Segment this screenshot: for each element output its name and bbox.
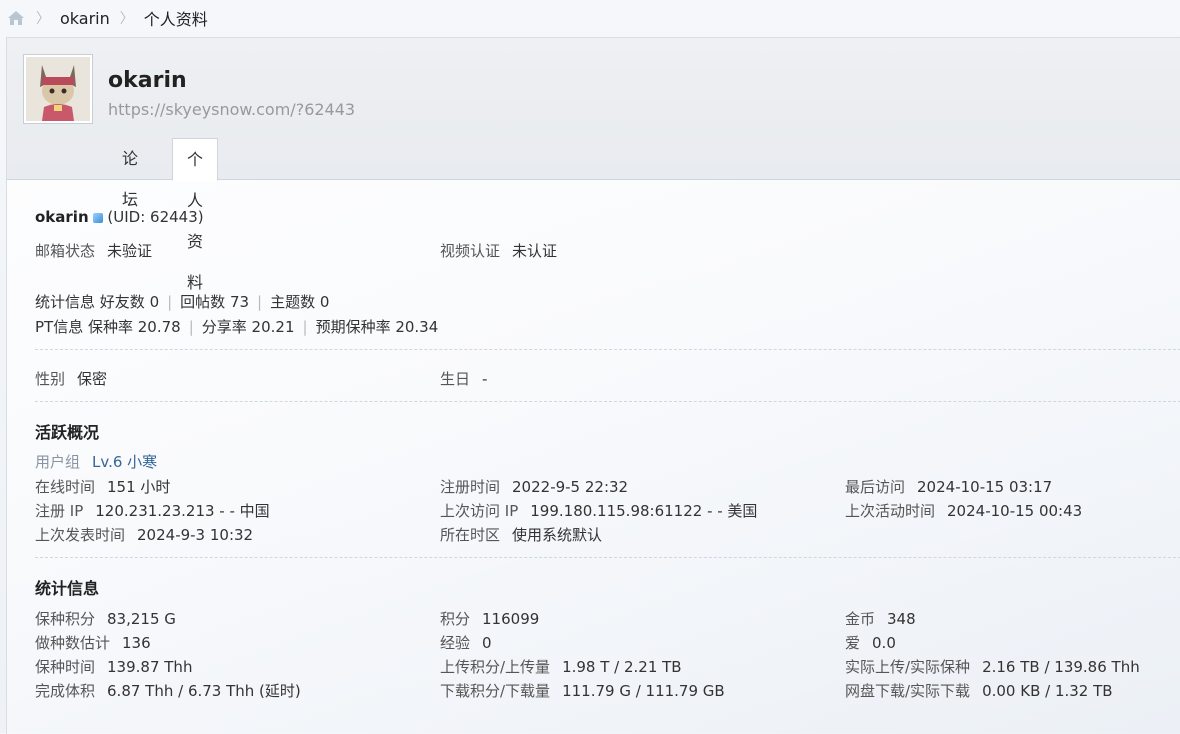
avatar-image — [26, 57, 90, 121]
register-time: 注册时间 2022-9-5 22:32 — [440, 478, 629, 496]
breadcrumb-separator: 〉 — [119, 11, 134, 27]
download: 下载积分/下载量 111.79 G / 111.79 GB — [440, 682, 725, 700]
profile-card: okarin https://skyeysnow.com/?62443 论坛 个… — [6, 37, 1180, 734]
activity-title: 活跃概况 — [35, 423, 100, 442]
last-ip: 上次访问 IP 199.180.115.98:61122 - - 美国 — [440, 502, 758, 520]
coins: 金币 348 — [845, 610, 916, 628]
stats-summary-row: 统计信息 好友数 0 | 回帖数 73 | 主题数 0 — [35, 293, 330, 311]
profile-username: okarin — [108, 68, 187, 93]
threads-count[interactable]: 主题数 0 — [270, 293, 329, 311]
seed-rate: 保种率 20.78 — [88, 318, 181, 336]
divider — [35, 401, 1180, 402]
online-time: 在线时间 151 小时 — [35, 478, 171, 496]
home-icon[interactable] — [6, 8, 26, 28]
last-post: 上次发表时间 2024-9-3 10:32 — [35, 526, 254, 544]
breadcrumb-separator: 〉 — [36, 11, 50, 27]
avatar[interactable] — [23, 54, 93, 124]
pt-info-row: PT信息 保种率 20.78 | 分享率 20.21 | 预期保种率 20.34 — [35, 318, 439, 336]
user-group-link[interactable]: Lv.6 小寒 — [92, 453, 157, 471]
user-uid: (UID: 62443) — [107, 208, 204, 226]
points: 积分 116099 — [440, 610, 540, 628]
breadcrumb-bar: 〉 okarin 〉 个人资料 — [0, 0, 1180, 36]
share-rate: 分享率 20.21 — [201, 318, 295, 336]
experience: 经验 0 — [440, 634, 492, 652]
email-status: 邮箱状态 未验证 — [35, 242, 153, 260]
divider — [35, 349, 1180, 350]
name-uid-row: okarin (UID: 62443) — [35, 208, 204, 226]
breadcrumb-current: 个人资料 — [143, 10, 208, 29]
stats-title: 统计信息 — [35, 579, 100, 598]
real-upload: 实际上传/实际保种 2.16 TB / 139.86 Thh — [845, 658, 1140, 676]
expected-seed-rate: 预期保种率 20.34 — [315, 318, 439, 336]
user-group: 用户组 Lv.6 小寒 — [35, 453, 158, 471]
tab-forum[interactable]: 论坛 — [108, 138, 152, 209]
user-name: okarin — [35, 208, 89, 226]
profile-header: okarin https://skyeysnow.com/?62443 论坛 个… — [7, 38, 1180, 292]
video-status: 视频认证 未认证 — [440, 242, 558, 260]
completed-volume: 完成体积 6.87 Thh / 6.73 Thh (延时) — [35, 682, 301, 700]
seed-time: 保种时间 139.87 Thh — [35, 658, 193, 676]
gender: 性别 保密 — [35, 370, 108, 388]
replies-count[interactable]: 回帖数 73 — [180, 293, 249, 311]
divider — [35, 557, 1180, 558]
last-active: 上次活动时间 2024-10-15 00:43 — [845, 502, 1083, 520]
seed-points: 保种积分 83,215 G — [35, 610, 176, 628]
breadcrumb-user[interactable]: okarin — [60, 9, 110, 28]
online-status-icon — [92, 213, 103, 223]
profile-url[interactable]: https://skyeysnow.com/?62443 — [108, 100, 355, 119]
last-visit: 最后访问 2024-10-15 03:17 — [845, 478, 1053, 496]
upload: 上传积分/上传量 1.98 T / 2.21 TB — [440, 658, 682, 676]
seed-count: 做种数估计 136 — [35, 634, 151, 652]
tab-profile[interactable]: 个人资料 — [172, 138, 219, 292]
netdisk-download: 网盘下载/实际下载 0.00 KB / 1.32 TB — [845, 682, 1113, 700]
timezone: 所在时区 使用系统默认 — [440, 526, 603, 544]
friends-count[interactable]: 好友数 0 — [100, 293, 159, 311]
love: 爱 0.0 — [845, 634, 896, 652]
birthday: 生日 - — [440, 370, 488, 388]
register-ip: 注册 IP 120.231.23.213 - - 中国 — [35, 502, 270, 520]
